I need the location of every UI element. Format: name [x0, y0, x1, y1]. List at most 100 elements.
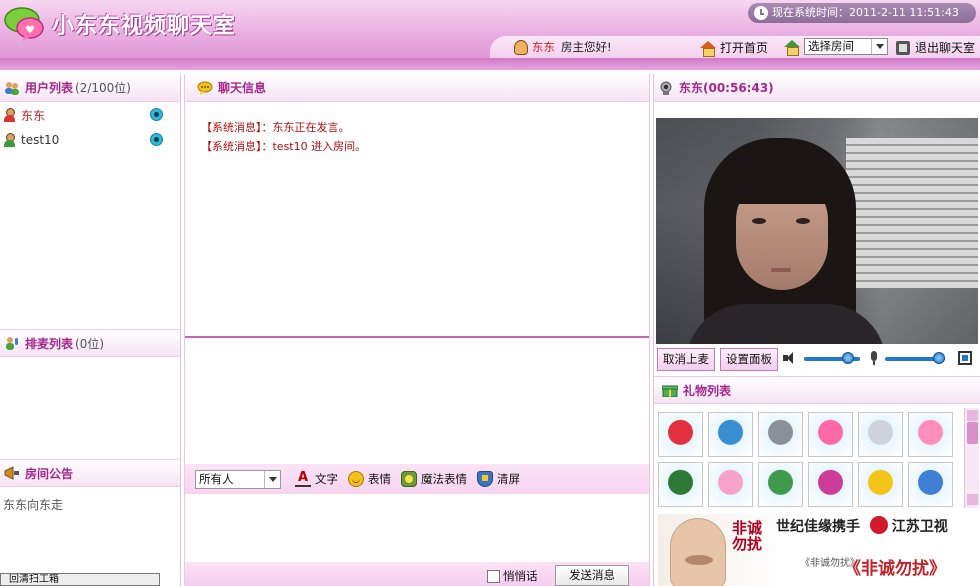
- video-panel: 东东(00:56:43) 取消上麦 设置面板 礼物列表 非诚勿扰 世纪佳缘携手 …: [653, 74, 980, 586]
- message-input[interactable]: [185, 494, 649, 562]
- scroll-up-icon[interactable]: [967, 410, 978, 421]
- castle-gift-icon[interactable]: [708, 412, 753, 457]
- scroll-down-icon[interactable]: [967, 494, 978, 505]
- left-bottom-scrollbar[interactable]: 回清扫工箱: [0, 573, 160, 586]
- ring-gift-icon[interactable]: [858, 412, 903, 457]
- text-style-button[interactable]: A 文字: [295, 471, 338, 487]
- user-name: 东东: [21, 108, 46, 123]
- magic-icon: [401, 471, 417, 487]
- ad-headline: 世纪佳缘携手 江苏卫视: [776, 516, 948, 536]
- motorbike-gift-icon[interactable]: [658, 462, 703, 507]
- person-icon: [3, 133, 16, 147]
- mic-volume-handle[interactable]: [933, 352, 945, 364]
- user-row[interactable]: test10: [3, 131, 163, 149]
- webcam-icon[interactable]: [150, 108, 163, 121]
- room-selector: 选择房间: [784, 38, 888, 56]
- car-gift-icon[interactable]: [858, 462, 903, 507]
- text-style-label: 文字: [315, 472, 338, 486]
- chevron-down-icon[interactable]: [871, 39, 887, 54]
- ad-headline-b: 江苏卫视: [891, 519, 948, 535]
- rose-gift-icon[interactable]: [658, 412, 703, 457]
- whisper-label: 悄悄话: [503, 569, 538, 583]
- magic-emoticon-button[interactable]: 魔法表情: [401, 471, 467, 487]
- cloud-heart-gift-icon[interactable]: [808, 412, 853, 457]
- recipient-value: 所有人: [199, 471, 234, 486]
- ad-calligraphy: 非诚勿扰: [732, 519, 763, 553]
- home-icon: [700, 40, 716, 57]
- cancel-mic-button[interactable]: 取消上麦: [657, 348, 715, 371]
- exit-room-link[interactable]: 退出聊天室: [896, 39, 975, 56]
- user-row[interactable]: 东东: [3, 106, 163, 124]
- icecream-gift-icon[interactable]: [708, 462, 753, 507]
- mic-queue-header: 排麦列表 (0位): [0, 329, 180, 357]
- gift-list-header: 礼物列表: [654, 376, 980, 404]
- clock-icon: [754, 6, 768, 20]
- current-username: 东东: [532, 40, 555, 54]
- ad-show-title: 《非诚勿扰》: [844, 559, 946, 579]
- text-icon: A: [295, 471, 311, 487]
- advertisement-banner[interactable]: 非诚勿扰 世纪佳缘携手 江苏卫视 《非诚勿扰》 《非诚勿扰》: [658, 514, 980, 586]
- tv-logo-icon: [870, 516, 888, 534]
- chat-message-list: 【系统消息】：东东正在发言。 【系统消息】：test10 进入房间。: [201, 118, 641, 156]
- emoticon-button[interactable]: 表情: [348, 471, 391, 487]
- clock-label: 现在系统时间：: [772, 6, 849, 19]
- recipient-select[interactable]: 所有人: [195, 469, 281, 489]
- open-homepage-label: 打开首页: [720, 41, 769, 55]
- gift-scrollbar[interactable]: [964, 408, 979, 508]
- chat-title: 聊天信息: [218, 81, 267, 95]
- system-clock: 现在系统时间：2011-2-11 11:51:43: [748, 3, 976, 23]
- webcam-video[interactable]: [656, 118, 978, 344]
- chat-bubbles-logo-icon: [4, 7, 44, 41]
- current-user: 东东 房主您好!: [514, 39, 612, 55]
- gift-grid: [658, 412, 958, 508]
- settings-panel-button[interactable]: 设置面板: [720, 348, 778, 371]
- lipstick-gift-icon[interactable]: [808, 462, 853, 507]
- chat-bubble-icon: [197, 81, 213, 95]
- user-list-header: 用户列表 (2/100位): [0, 74, 180, 102]
- header-divider: [0, 58, 980, 70]
- drink-gift-icon[interactable]: [908, 462, 953, 507]
- send-message-button[interactable]: 发送消息: [555, 565, 629, 586]
- whisper-option[interactable]: 悄悄话: [487, 568, 538, 584]
- whisper-checkbox[interactable]: [487, 569, 500, 583]
- spaceship-gift-icon[interactable]: [758, 412, 803, 457]
- video-header: 东东(00:56:43): [654, 74, 980, 102]
- scroll-thumb[interactable]: [967, 422, 978, 444]
- chat-tools-bar: 所有人 A 文字 表情 魔法表情 清屏: [185, 464, 649, 494]
- chat-divider: [185, 336, 649, 338]
- user-avatar-icon: [514, 39, 528, 55]
- chevron-down-icon[interactable]: [264, 470, 280, 488]
- user-list-count: (2/100位): [75, 81, 131, 95]
- person-eye: [796, 218, 810, 224]
- speaker-volume-handle[interactable]: [841, 352, 854, 364]
- greeting-text: 房主您好!: [561, 40, 612, 54]
- window-blinds: [846, 138, 978, 288]
- money-gift-icon[interactable]: [758, 462, 803, 507]
- person-icon: [3, 108, 16, 122]
- left-bottom-text: 回清扫工箱: [9, 574, 59, 585]
- mic-queue-icon: [6, 337, 18, 350]
- send-bar: 悄悄话 发送消息: [185, 562, 649, 586]
- room-select-value: 选择房间: [808, 39, 854, 53]
- webcam-icon: [660, 81, 672, 95]
- microphone-icon: [869, 351, 879, 366]
- host-photo: [670, 518, 726, 586]
- smile-icon: [348, 471, 364, 487]
- left-sidebar: 用户列表 (2/100位) 东东 test10 排麦列表 (0位) 房间公告 东…: [0, 74, 181, 586]
- emoticon-label: 表情: [368, 472, 391, 486]
- fullscreen-icon[interactable]: [958, 351, 972, 365]
- gift-list-title: 礼物列表: [683, 383, 732, 398]
- clear-screen-button[interactable]: 清屏: [477, 471, 520, 487]
- video-title: 东东(00:56:43): [679, 81, 774, 95]
- clock-value: 2011-2-11 11:51:43: [849, 6, 959, 19]
- speaker-icon: [783, 351, 799, 365]
- open-homepage-link[interactable]: 打开首页: [700, 39, 769, 57]
- mic-queue-title: 排麦列表: [25, 336, 74, 351]
- room-select[interactable]: 选择房间: [804, 38, 888, 55]
- webcam-icon[interactable]: [150, 133, 163, 146]
- megaphone-icon: [4, 466, 19, 480]
- magic-emoticon-label: 魔法表情: [421, 472, 467, 486]
- top-toolbar: 东东 房主您好! 打开首页 选择房间 退出聊天室: [490, 36, 980, 58]
- mic-queue-count: (0位): [75, 336, 105, 351]
- heart-gift-icon[interactable]: [908, 412, 953, 457]
